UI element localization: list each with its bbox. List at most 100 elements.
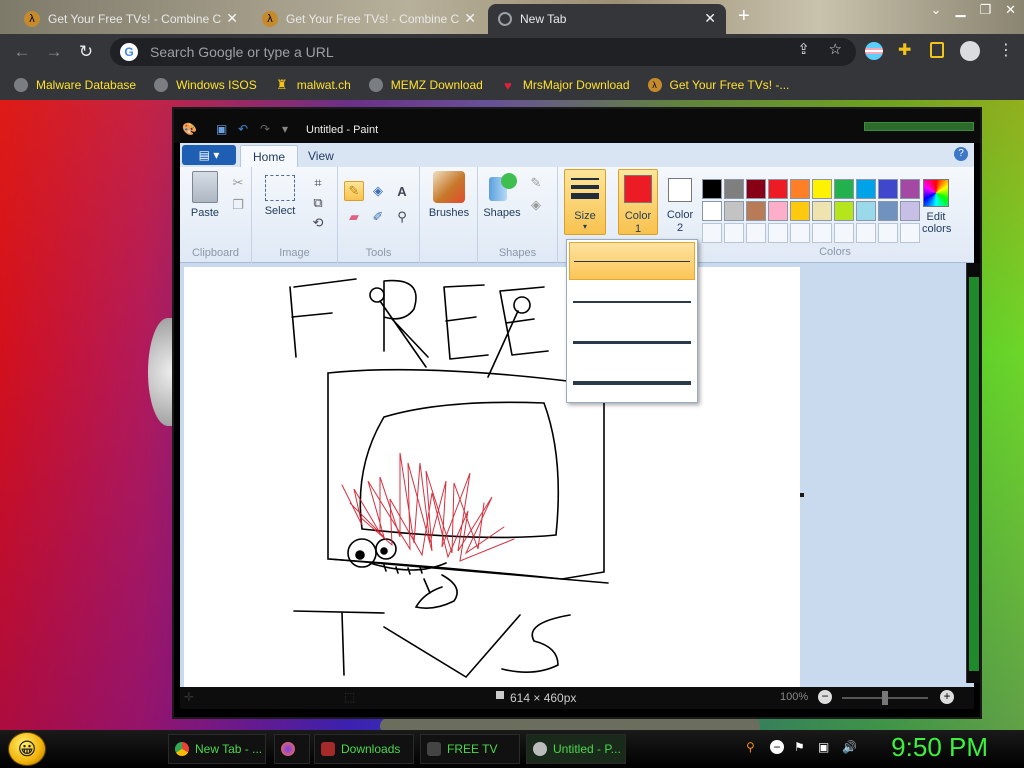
minus-circle-icon[interactable]: − — [770, 740, 784, 754]
size-option-5px[interactable] — [569, 322, 695, 360]
palette-swatch[interactable] — [790, 201, 810, 221]
taskbar-item-active[interactable]: Untitled - P... — [526, 734, 626, 764]
palette-swatch[interactable] — [768, 201, 788, 221]
browser-tab[interactable]: λ Get Your Free TVs! - Combine C ✕ — [14, 4, 248, 34]
edit-colors-button[interactable]: Edit colors — [922, 179, 951, 245]
outline-icon[interactable]: ✎ — [526, 173, 546, 193]
palette-swatch[interactable] — [790, 223, 810, 243]
sidepanel-icon[interactable] — [930, 42, 944, 58]
window-control-buttons[interactable] — [864, 122, 974, 131]
palette-swatch[interactable] — [702, 201, 722, 221]
size-button[interactable]: Size ▾ — [564, 169, 606, 235]
palette-swatch[interactable] — [878, 179, 898, 199]
palette-swatch[interactable] — [724, 223, 744, 243]
palette-swatch[interactable] — [878, 223, 898, 243]
kebab-menu-icon[interactable]: ⋮ — [998, 40, 1016, 59]
palette-swatch[interactable] — [900, 179, 920, 199]
forward-icon[interactable]: → — [38, 42, 70, 62]
drawing-canvas[interactable] — [184, 267, 800, 687]
palette-swatch[interactable] — [878, 201, 898, 221]
fill-bucket-icon[interactable]: ◈ — [368, 181, 388, 201]
save-icon[interactable]: ▣ — [216, 122, 227, 136]
help-icon[interactable]: ? — [954, 147, 968, 161]
shapes-button[interactable]: Shapes — [482, 171, 522, 219]
palette-swatch[interactable] — [702, 179, 722, 199]
select-button[interactable]: Select — [260, 171, 300, 217]
scrollbar-thumb[interactable] — [969, 277, 979, 671]
browser-tab-active[interactable]: New Tab ✕ — [488, 4, 726, 34]
fill-icon[interactable]: ◈ — [526, 195, 546, 215]
palette-swatch[interactable] — [856, 223, 876, 243]
copy-icon[interactable]: ❐ — [228, 195, 248, 215]
puzzle-icon[interactable]: ✚ — [898, 40, 916, 59]
extension-flag-icon[interactable] — [865, 42, 883, 60]
palette-swatch[interactable] — [812, 201, 832, 221]
undo-icon[interactable]: ↶ — [238, 122, 248, 136]
palette-swatch[interactable] — [724, 179, 744, 199]
bookmark-item[interactable]: MEMZ Download — [368, 78, 483, 92]
bookmark-item[interactable]: ♜ malwat.ch — [275, 77, 351, 92]
vertical-scrollbar[interactable] — [966, 263, 980, 683]
close-icon[interactable]: ✕ — [226, 10, 238, 27]
palette-swatch[interactable] — [746, 201, 766, 221]
new-tab-button[interactable]: + — [738, 6, 750, 26]
paste-button[interactable]: Paste — [188, 171, 222, 219]
magnifier-icon[interactable]: ⚲ — [392, 207, 412, 227]
cut-icon[interactable]: ✂ — [228, 173, 248, 193]
palette-swatch[interactable] — [900, 223, 920, 243]
quick-access-dropdown-icon[interactable]: ▾ — [282, 122, 288, 136]
taskbar-item[interactable]: Downloads — [314, 734, 414, 764]
taskbar-item[interactable] — [274, 734, 310, 764]
search-icon[interactable]: ⚲ — [746, 740, 760, 754]
bookmark-item[interactable]: Malware Database — [14, 78, 136, 92]
paint-app-icon[interactable]: 🎨 — [182, 122, 197, 136]
color2-button[interactable]: Color 2 — [660, 169, 700, 235]
close-icon[interactable]: ✕ — [464, 10, 476, 27]
palette-swatch[interactable] — [856, 201, 876, 221]
size-option-3px[interactable] — [569, 282, 695, 320]
palette-swatch[interactable] — [834, 179, 854, 199]
palette-swatch[interactable] — [900, 201, 920, 221]
zoom-slider-handle[interactable] — [882, 691, 888, 705]
share-icon[interactable]: ⇪ — [797, 40, 810, 58]
size-option-1px[interactable] — [569, 242, 695, 280]
close-window-icon[interactable]: ✕ — [1005, 2, 1016, 18]
palette-swatch[interactable] — [746, 179, 766, 199]
bookmark-item[interactable]: ♥ MrsMajor Download — [501, 78, 630, 93]
palette-swatch[interactable] — [834, 223, 854, 243]
back-icon[interactable]: ← — [6, 42, 38, 62]
palette-swatch[interactable] — [812, 223, 832, 243]
color1-button[interactable]: Color 1 — [618, 169, 658, 235]
eraser-icon[interactable]: ▰ — [344, 207, 364, 227]
close-icon[interactable]: ✕ — [704, 10, 716, 27]
bookmark-item[interactable]: Windows ISOS — [154, 78, 257, 92]
palette-swatch[interactable] — [812, 179, 832, 199]
maximize-icon[interactable]: ❐ — [979, 2, 991, 18]
tab-home[interactable]: Home — [240, 145, 299, 167]
resize-icon[interactable]: ⧉ — [308, 193, 328, 213]
start-button[interactable]: 😀 — [8, 732, 46, 766]
palette-swatch[interactable] — [702, 223, 722, 243]
palette-swatch[interactable] — [746, 223, 766, 243]
tab-view[interactable]: View — [296, 145, 346, 167]
reload-icon[interactable]: ↻ — [70, 42, 102, 62]
clock[interactable]: 9:50 PM — [891, 732, 988, 763]
palette-swatch[interactable] — [790, 179, 810, 199]
palette-swatch[interactable] — [768, 179, 788, 199]
chevron-down-icon[interactable]: ⌄ — [931, 2, 942, 18]
palette-swatch[interactable] — [834, 201, 854, 221]
color-picker-icon[interactable]: ✐ — [368, 207, 388, 227]
zoom-out-icon[interactable]: − — [818, 690, 832, 704]
minimize-icon[interactable]: ▁ — [955, 2, 965, 18]
crop-icon[interactable]: ⌗ — [308, 173, 328, 193]
text-tool-icon[interactable]: A — [392, 181, 412, 201]
palette-swatch[interactable] — [856, 179, 876, 199]
pencil-icon[interactable]: ✎ — [344, 181, 364, 201]
browser-tab[interactable]: λ Get Your Free TVs! - Combine C ✕ — [252, 4, 486, 34]
file-menu-button[interactable]: ▤ ▾ — [182, 145, 236, 165]
profile-avatar-icon[interactable] — [960, 41, 980, 61]
rotate-icon[interactable]: ⟲ — [308, 213, 328, 233]
brushes-button[interactable]: Brushes — [426, 171, 472, 219]
flag-icon[interactable]: ⚑ — [794, 740, 808, 754]
star-icon[interactable]: ☆ — [829, 40, 842, 58]
